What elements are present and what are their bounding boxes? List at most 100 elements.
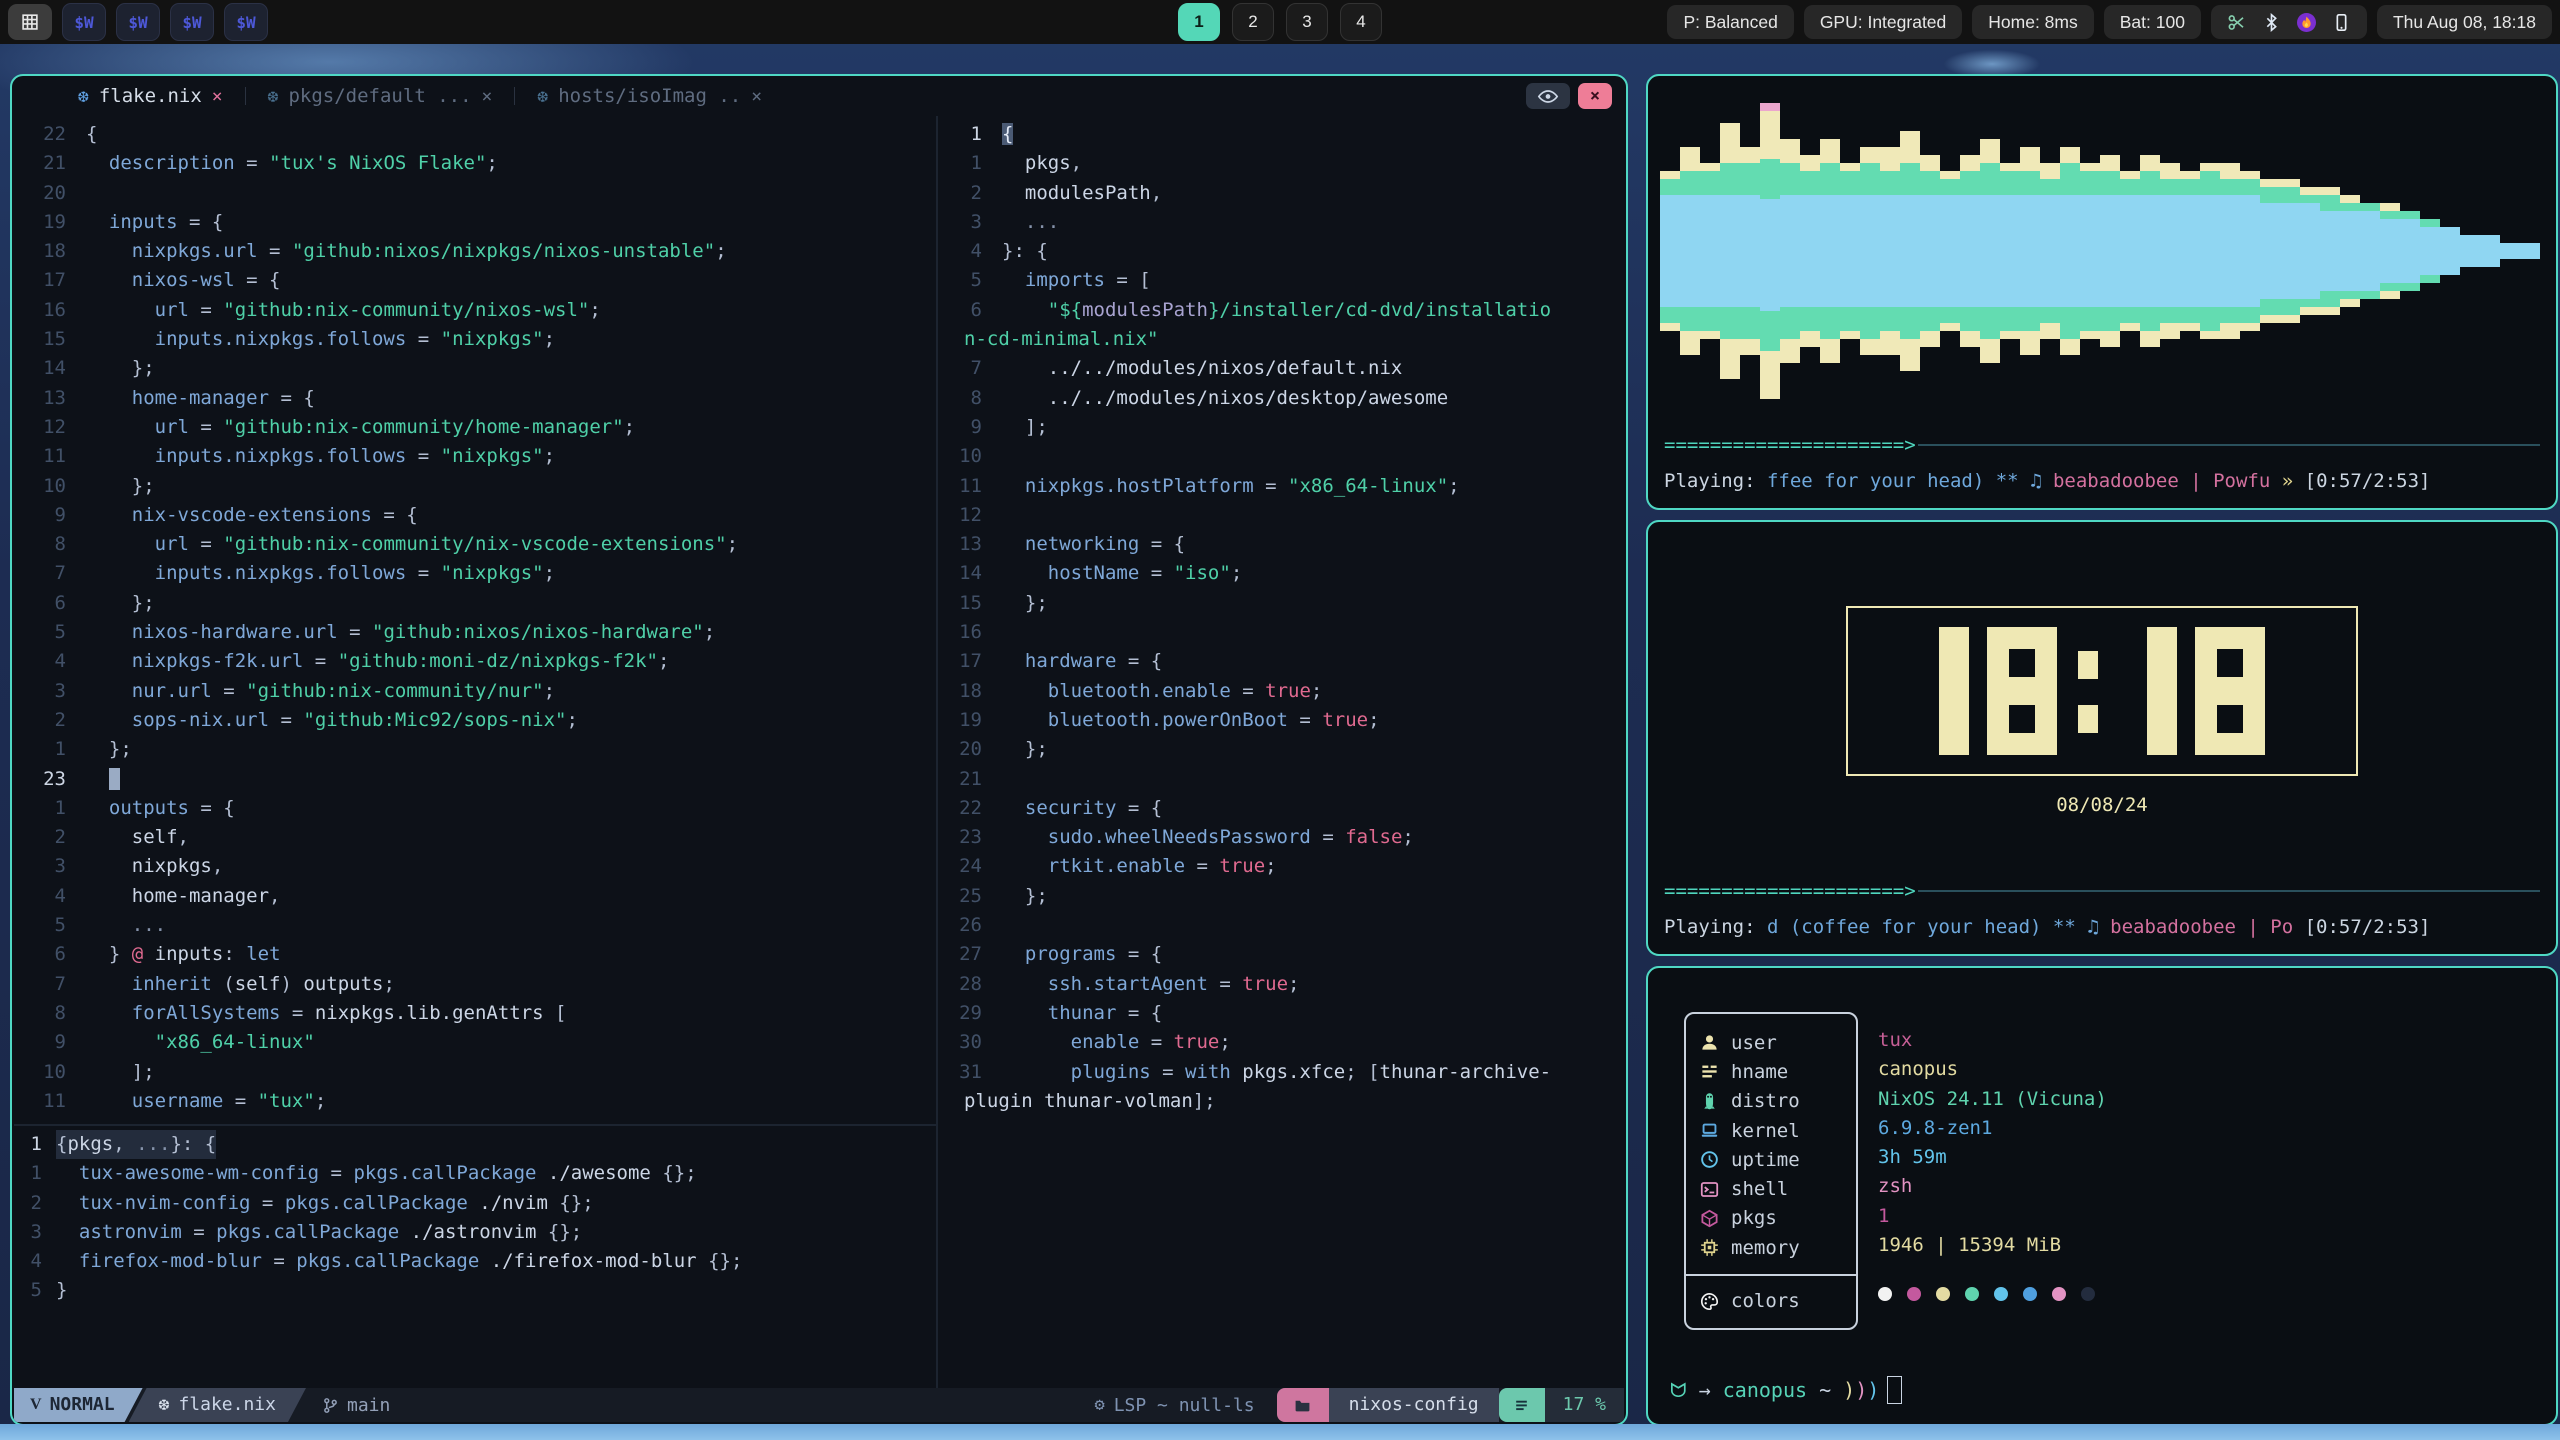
pane-pkgs-default[interactable]: 1{pkgs, ...}: {1 tux-awesome-wm-config =… xyxy=(14,1126,936,1390)
workspace-button-3[interactable]: $W xyxy=(170,3,214,41)
code-line: n-cd-minimal.nix" xyxy=(938,325,1624,354)
fetch-label: memory xyxy=(1731,1237,1800,1259)
eye-icon xyxy=(1537,90,1559,103)
tab-close-icon[interactable]: × xyxy=(482,86,493,107)
user-icon xyxy=(1700,1033,1719,1052)
code-line: 21 description = "tux's NixOS Flake"; xyxy=(14,149,936,178)
workspace-button-1[interactable]: $W xyxy=(62,3,106,41)
line-number: 25 xyxy=(938,882,1002,911)
bluetooth-icon[interactable] xyxy=(2262,13,2281,32)
line-number: 2 xyxy=(938,179,1002,208)
bar-clock: Thu Aug 08, 18:18 xyxy=(2377,5,2552,39)
close-button[interactable]: × xyxy=(1578,83,1612,109)
workspace-button-4[interactable]: $W xyxy=(224,3,268,41)
fetch-row: memory xyxy=(1700,1233,1856,1262)
cava-bar xyxy=(2060,90,2080,412)
line-number: 22 xyxy=(14,120,86,149)
line-number: 21 xyxy=(938,765,1002,794)
status-pill: GPU: Integrated xyxy=(1804,5,1962,39)
app-grid-icon[interactable] xyxy=(8,4,52,40)
package-icon xyxy=(1700,1209,1719,1228)
fetch-value: canopus xyxy=(1878,1055,2107,1084)
wm-tag-3[interactable]: 3 xyxy=(1286,3,1328,41)
code-line: 16 xyxy=(938,618,1624,647)
line-number: 9 xyxy=(938,413,1002,442)
line-number: 14 xyxy=(938,559,1002,588)
fetch-row: user xyxy=(1700,1028,1856,1057)
scissors-icon[interactable] xyxy=(2227,13,2246,32)
status-pill: Bat: 100 xyxy=(2104,5,2201,39)
code-line: 18 bluetooth.enable = true; xyxy=(938,677,1624,706)
cava-bar xyxy=(2420,90,2440,412)
clock-digit xyxy=(2147,627,2177,755)
line-number: 6 xyxy=(14,940,86,969)
workspace-button-2[interactable]: $W xyxy=(116,3,160,41)
line-number: 6 xyxy=(14,589,86,618)
wm-tag-1[interactable]: 1 xyxy=(1178,3,1220,41)
code-line: 29 thunar = { xyxy=(938,999,1624,1028)
code-line: 21 xyxy=(938,765,1624,794)
window-buttons: × xyxy=(1526,83,1612,109)
code-line: 3 nur.url = "github:nix-community/nur"; xyxy=(14,677,936,706)
phone-icon[interactable] xyxy=(2332,13,2351,32)
code-line: 7 inherit (self) outputs; xyxy=(14,970,936,999)
system-tray xyxy=(2211,5,2367,39)
tab-close-icon[interactable]: × xyxy=(751,86,762,107)
code-line: 7 inputs.nixpkgs.follows = "nixpkgs"; xyxy=(14,559,936,588)
cava-bar xyxy=(2400,90,2420,412)
code-line: 17 nixos-wsl = { xyxy=(14,266,936,295)
prompt-segment: canopus xyxy=(1723,1378,1819,1402)
line-number: 31 xyxy=(938,1058,1002,1087)
color-dot xyxy=(1965,1287,1979,1301)
tab-label: pkgs/default ... xyxy=(288,85,471,107)
code-line: 3 nixpkgs, xyxy=(14,852,936,881)
line-number: 30 xyxy=(938,1028,1002,1057)
line-number: 14 xyxy=(14,354,86,383)
tab-hosts-isoimag-[interactable]: ❆hosts/isoImag ..× xyxy=(515,76,784,116)
line-number: 11 xyxy=(14,442,86,471)
fetch-values: tuxcanopusNixOS 24.11 (Vicuna)6.9.8-zen1… xyxy=(1878,1026,2107,1260)
line-number: 24 xyxy=(938,852,1002,881)
line-number: 1 xyxy=(14,1130,56,1159)
code-line: 4 home-manager, xyxy=(14,882,936,911)
code-line: 10 }; xyxy=(14,472,936,501)
flame-icon[interactable] xyxy=(2297,13,2316,32)
pane-flake-nix[interactable]: 22{21 description = "tux's NixOS Flake";… xyxy=(14,116,936,1124)
pane-hosts-isoimage[interactable]: 1{1 pkgs,2 modulesPath,3 ...4}: {5 impor… xyxy=(938,116,1624,1390)
fetch-row: shell xyxy=(1700,1174,1856,1203)
line-number: 2 xyxy=(14,823,86,852)
code-line: 1{ xyxy=(938,120,1624,149)
line-number: 11 xyxy=(14,1087,86,1116)
wm-tag-2[interactable]: 2 xyxy=(1232,3,1274,41)
cava-bar xyxy=(1660,90,1680,412)
line-number: 29 xyxy=(938,999,1002,1028)
music-visualizer-window: =====================> Playing: ffee for… xyxy=(1646,74,2558,510)
cava-bar xyxy=(2520,90,2540,412)
line-number: 5 xyxy=(14,618,86,647)
color-dot xyxy=(1936,1287,1950,1301)
shell-prompt[interactable]: ᗢ → canopus ~ ))) xyxy=(1670,1376,1902,1404)
tab-flake-nix[interactable]: ❆flake.nix× xyxy=(56,76,245,116)
code-line: 19 bluetooth.powerOnBoot = true; xyxy=(938,706,1624,735)
eye-toggle-button[interactable] xyxy=(1526,83,1570,109)
fetch-labels: userhnamedistrokerneluptimeshellpkgsmemo… xyxy=(1686,1014,1856,1262)
line-number: 17 xyxy=(14,266,86,295)
wm-tags: 1234 xyxy=(1178,3,1382,41)
code-line: 6 }; xyxy=(14,589,936,618)
tab-pkgs-default-[interactable]: ❆pkgs/default ...× xyxy=(246,76,515,116)
code-line: 9 "x86_64-linux" xyxy=(14,1028,936,1057)
line-number: 11 xyxy=(938,472,1002,501)
fetch-row: distro xyxy=(1700,1087,1856,1116)
clock-digit xyxy=(1987,627,2057,755)
code-line: 3 ... xyxy=(938,208,1624,237)
wm-tag-4[interactable]: 4 xyxy=(1340,3,1382,41)
code-line: 24 rtkit.enable = true; xyxy=(938,852,1624,881)
code-line: 11 inputs.nixpkgs.follows = "nixpkgs"; xyxy=(14,442,936,471)
cava-bar xyxy=(2340,90,2360,412)
code-line: 11 username = "tux"; xyxy=(14,1087,936,1116)
line-number: 22 xyxy=(938,794,1002,823)
fetch-row: pkgs xyxy=(1700,1204,1856,1233)
code-line: 5 ... xyxy=(14,911,936,940)
code-line: 1 outputs = { xyxy=(14,794,936,823)
tab-close-icon[interactable]: × xyxy=(212,86,223,107)
